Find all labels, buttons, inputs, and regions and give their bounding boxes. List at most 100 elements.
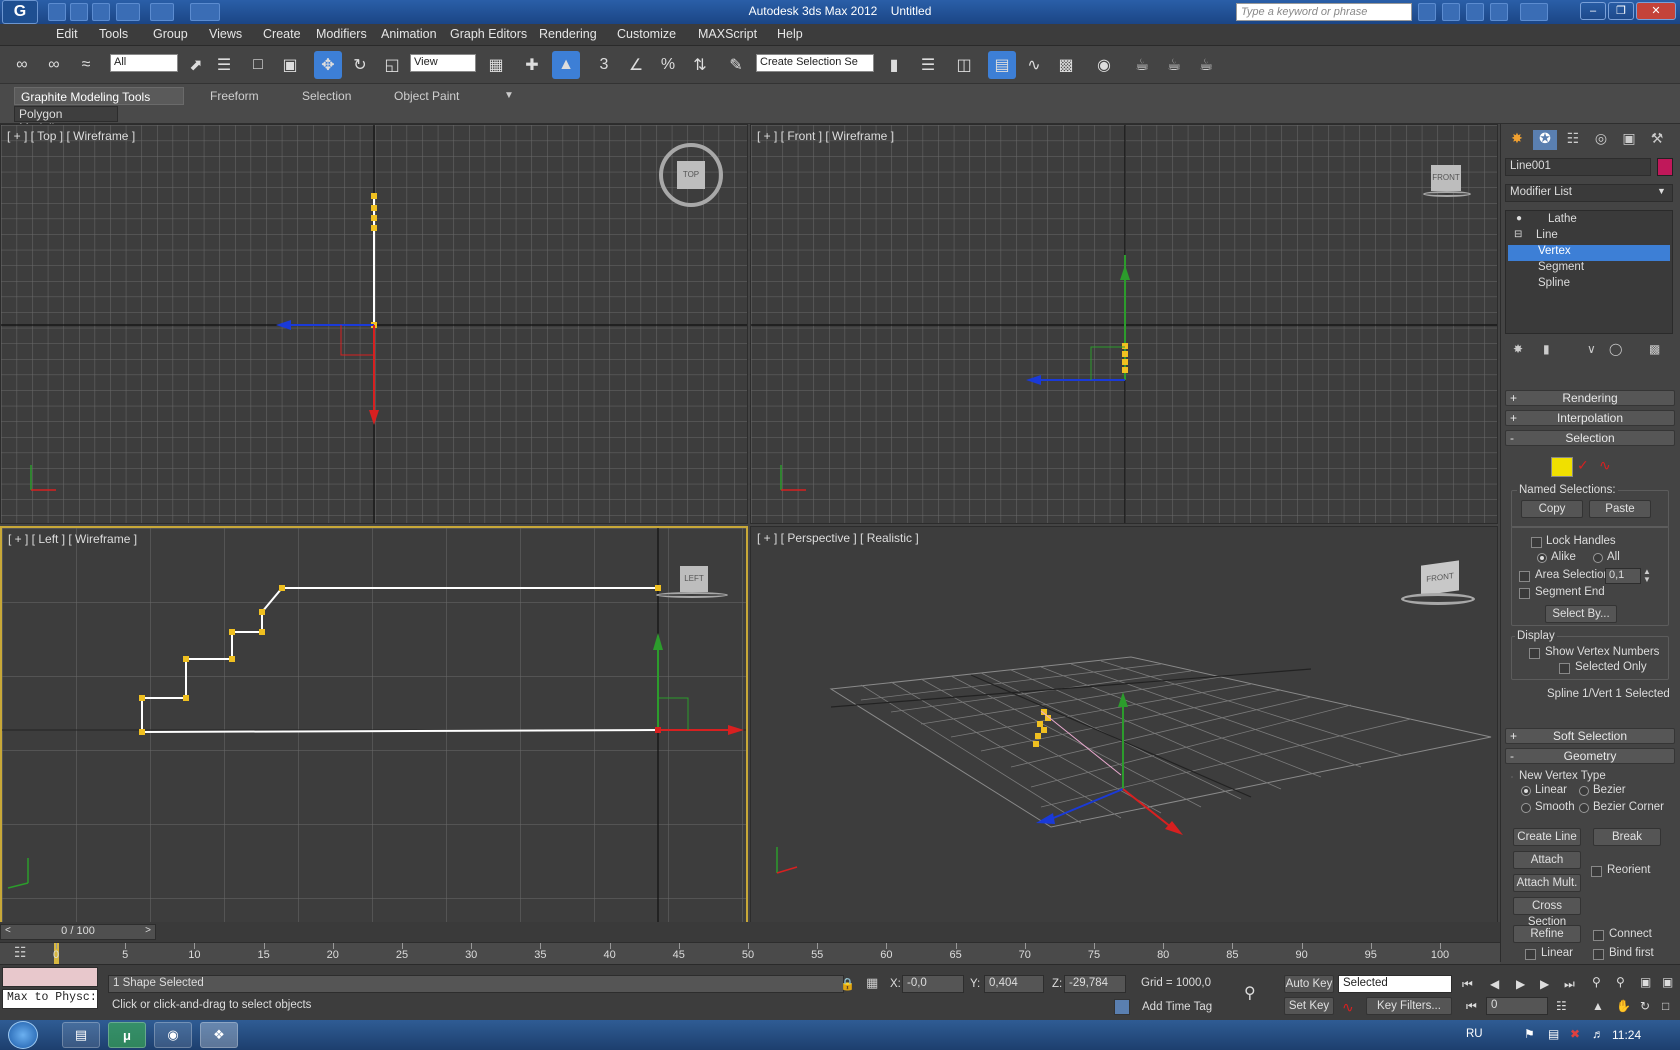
view-cube-left[interactable]: LEFT bbox=[652, 566, 732, 606]
prev-frame-icon[interactable]: ◀ bbox=[1490, 977, 1499, 991]
menu-create[interactable]: Create bbox=[263, 27, 301, 41]
vertex-level-icon[interactable] bbox=[1551, 457, 1573, 477]
mirror-icon[interactable]: ▮ bbox=[880, 51, 908, 79]
keyboard-shortcut-override-icon[interactable]: ▲ bbox=[552, 51, 580, 79]
align-icon[interactable]: ☰ bbox=[914, 51, 942, 79]
area-spinner-arrows-icon[interactable]: ▲ ▼ bbox=[1643, 568, 1651, 584]
select-and-rotate-icon[interactable]: ↻ bbox=[346, 51, 374, 79]
tab-graphite-modeling-tools[interactable]: Graphite Modeling Tools bbox=[14, 87, 184, 105]
goto-start-icon[interactable]: ⏮ bbox=[1462, 977, 1473, 992]
view-cube-perspective[interactable]: FRONT bbox=[1401, 560, 1477, 611]
menu-customize[interactable]: Customize bbox=[617, 27, 676, 41]
lightbulb-icon[interactable]: ● bbox=[1516, 213, 1522, 224]
pin-stack-icon[interactable]: ✸ bbox=[1513, 342, 1523, 356]
rollout-selection[interactable]: - Selection bbox=[1505, 430, 1675, 446]
segment-end-checkbox[interactable] bbox=[1519, 588, 1530, 599]
break-button[interactable]: Break bbox=[1593, 828, 1661, 846]
named-selection-select[interactable]: Create Selection Se bbox=[756, 54, 874, 72]
selection-lock-icon[interactable]: 🔒 bbox=[840, 977, 855, 991]
reference-coordinate-select[interactable]: View bbox=[410, 54, 476, 72]
zoom-extents-all-icon[interactable]: ▣ bbox=[1662, 975, 1673, 989]
menu-views[interactable]: Views bbox=[209, 27, 242, 41]
snaps-toggle-icon[interactable]: 3 bbox=[590, 51, 618, 79]
select-and-move-icon[interactable]: ✥ bbox=[314, 51, 342, 79]
key-filters-button[interactable]: Key Filters... bbox=[1366, 997, 1452, 1015]
rendered-frame-window-icon[interactable]: ☕ bbox=[1160, 51, 1188, 79]
selected-only-checkbox[interactable] bbox=[1559, 663, 1570, 674]
bezier-corner-radio[interactable] bbox=[1579, 803, 1589, 813]
rectangular-selection-icon[interactable]: □ bbox=[244, 51, 272, 79]
attach-mult-button[interactable]: Attach Mult. bbox=[1513, 874, 1581, 892]
area-selection-checkbox[interactable] bbox=[1519, 571, 1530, 582]
hierarchy-tab-icon[interactable]: ☷ bbox=[1561, 130, 1585, 150]
stack-item-segment[interactable]: Segment bbox=[1506, 261, 1672, 277]
menu-rendering[interactable]: Rendering bbox=[539, 27, 597, 41]
rollout-interpolation[interactable]: + Interpolation bbox=[1505, 410, 1675, 426]
show-end-result-icon[interactable]: ▮ bbox=[1543, 342, 1550, 356]
pan-view-icon[interactable]: ✋ bbox=[1616, 999, 1631, 1013]
time-configuration-icon[interactable]: ☷ bbox=[1556, 999, 1567, 1013]
utorrent-taskbar-icon[interactable]: μ bbox=[108, 1022, 146, 1048]
open-file-icon[interactable] bbox=[70, 3, 88, 21]
menu-animation[interactable]: Animation bbox=[381, 27, 437, 41]
x-coordinate-field[interactable]: -0,0 bbox=[902, 975, 964, 993]
object-name-field[interactable]: Line001 bbox=[1505, 158, 1651, 176]
new-file-icon[interactable] bbox=[48, 3, 66, 21]
time-tag-icon[interactable] bbox=[1114, 999, 1130, 1015]
collapse-icon[interactable]: ⊟ bbox=[1514, 229, 1522, 240]
binoculars-icon[interactable] bbox=[1418, 3, 1436, 21]
select-and-link-icon[interactable]: ∞ bbox=[8, 51, 36, 79]
view-cube-top[interactable]: TOP bbox=[659, 143, 723, 207]
menu-modifiers[interactable]: Modifiers bbox=[316, 27, 367, 41]
menu-maxscript[interactable]: MAXScript bbox=[698, 27, 757, 41]
restore-button[interactable]: ❐ bbox=[1608, 2, 1634, 20]
show-vertex-numbers-checkbox[interactable] bbox=[1529, 648, 1540, 659]
alike-radio[interactable] bbox=[1537, 553, 1547, 563]
maxscript-mini-listener-top[interactable] bbox=[2, 967, 98, 987]
tray-flag-icon[interactable]: ⚑ bbox=[1524, 1027, 1535, 1041]
subscription-icon[interactable] bbox=[1442, 3, 1460, 21]
default-in-out-tangents-icon[interactable]: ∿ bbox=[1342, 999, 1354, 1016]
key-mode-toggle-icon[interactable]: ⏮ bbox=[1466, 999, 1477, 1014]
display-tab-icon[interactable]: ▣ bbox=[1617, 130, 1641, 150]
tab-object-paint[interactable]: Object Paint bbox=[388, 87, 465, 105]
next-frame-icon[interactable]: ▶ bbox=[1540, 977, 1549, 991]
save-file-icon[interactable] bbox=[92, 3, 110, 21]
graphite-toggle-icon[interactable]: ▤ bbox=[988, 51, 1016, 79]
rollout-rendering[interactable]: + Rendering bbox=[1505, 390, 1675, 406]
angle-snap-icon[interactable]: ∠ bbox=[622, 51, 650, 79]
connect-checkbox[interactable] bbox=[1593, 930, 1604, 941]
zoom-extents-icon[interactable]: ▣ bbox=[1640, 975, 1651, 989]
play-icon[interactable]: ▶ bbox=[1516, 977, 1525, 991]
language-indicator[interactable]: RU bbox=[1466, 1028, 1483, 1040]
menu-group[interactable]: Group bbox=[153, 27, 188, 41]
viewport-perspective-label[interactable]: [ + ] [ Perspective ] [ Realistic ] bbox=[757, 531, 919, 545]
utilities-tab-icon[interactable]: ⚒ bbox=[1645, 130, 1669, 150]
y-coordinate-field[interactable]: 0,404 bbox=[984, 975, 1044, 993]
schematic-view-icon[interactable]: ▩ bbox=[1052, 51, 1080, 79]
menu-help[interactable]: Help bbox=[777, 27, 803, 41]
attach-button[interactable]: Attach bbox=[1513, 851, 1581, 869]
render-setup-icon[interactable]: ☕ bbox=[1128, 51, 1156, 79]
timeline-track[interactable]: ☷ 0 5 10 15 20 25 30 35 40 45 50 55 60 65 70 75 80 85 90 95… bbox=[0, 942, 1500, 965]
all-radio[interactable] bbox=[1593, 553, 1603, 563]
select-by-button[interactable]: Select By... bbox=[1545, 605, 1617, 623]
edit-named-selection-icon[interactable]: ✎ bbox=[722, 51, 750, 79]
percent-snap-icon[interactable]: % bbox=[654, 51, 682, 79]
project-folder-icon[interactable] bbox=[190, 3, 220, 21]
add-time-tag[interactable]: Add Time Tag bbox=[1142, 1001, 1212, 1013]
viewport-left[interactable]: [ + ] [ Left ] [ Wireframe ] LEFT bbox=[0, 526, 748, 924]
zoom-icon[interactable]: ⚲ bbox=[1592, 975, 1601, 989]
rollout-geometry[interactable]: - Geometry bbox=[1505, 748, 1675, 764]
viewport-front[interactable]: [ + ] [ Front ] [ Wireframe ] FRONT bbox=[750, 124, 1498, 524]
paste-button[interactable]: Paste bbox=[1589, 500, 1651, 518]
viewport-top[interactable]: [ + ] [ Top ] [ Wireframe ] TOP bbox=[0, 124, 748, 524]
rollout-soft-selection[interactable]: + Soft Selection bbox=[1505, 728, 1675, 744]
redo-icon[interactable] bbox=[150, 3, 174, 21]
polygon-modeling-panel[interactable]: Polygon Modeling bbox=[14, 106, 118, 135]
create-line-button[interactable]: Create Line bbox=[1513, 828, 1581, 846]
stack-item-spline[interactable]: Spline bbox=[1506, 277, 1672, 293]
bezier-radio[interactable] bbox=[1579, 786, 1589, 796]
communication-center-icon[interactable] bbox=[1466, 3, 1484, 21]
app-logo-icon[interactable]: G bbox=[2, 0, 38, 24]
